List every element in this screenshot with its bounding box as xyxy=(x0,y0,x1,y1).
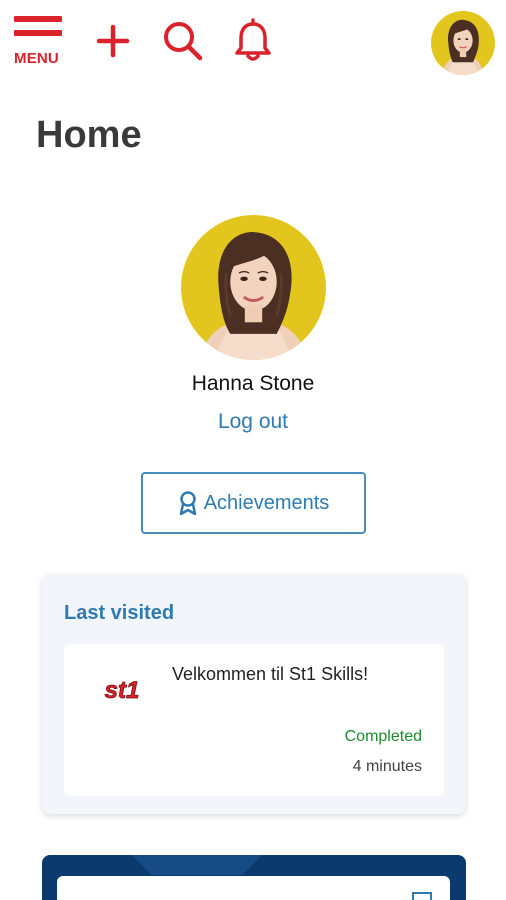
expand-icon xyxy=(412,892,432,900)
profile-avatar xyxy=(181,215,326,360)
course-item[interactable]: st1 Velkommen til St1 Skills! Completed … xyxy=(64,644,444,796)
logout-link[interactable]: Log out xyxy=(0,410,506,434)
search-icon xyxy=(164,22,203,61)
add-button[interactable] xyxy=(90,18,136,64)
avatar[interactable] xyxy=(431,11,495,75)
banner-decoration xyxy=(132,855,262,875)
course-duration: 4 minutes xyxy=(352,758,422,775)
menu-icon xyxy=(14,16,62,22)
course-title: Velkommen til St1 Skills! xyxy=(172,664,369,684)
user-avatar-image xyxy=(431,11,495,75)
st1-logo-text: st1 xyxy=(105,678,140,704)
menu-button[interactable]: MENU xyxy=(12,14,64,70)
plus-icon xyxy=(96,24,130,58)
page-title: Home xyxy=(36,114,142,156)
top-bar: MENU xyxy=(0,0,506,80)
achievements-label: Achievements xyxy=(203,491,330,514)
status-badge: Completed xyxy=(344,728,422,745)
bell-icon xyxy=(235,18,271,61)
last-visited-card: Last visited st1 Velkommen til St1 Skill… xyxy=(42,574,466,814)
menu-label: MENU xyxy=(14,50,59,67)
notifications-button[interactable] xyxy=(230,18,276,64)
award-icon xyxy=(179,491,196,516)
achievements-button[interactable]: Achievements xyxy=(141,472,366,534)
st1-logo: st1 xyxy=(104,678,140,704)
last-visited-heading: Last visited xyxy=(64,602,175,624)
user-name: Hanna Stone xyxy=(191,372,315,395)
search-button[interactable] xyxy=(160,18,206,64)
profile-photo xyxy=(181,215,326,360)
bottom-card[interactable] xyxy=(57,876,450,900)
menu-icon-bar xyxy=(14,30,62,36)
